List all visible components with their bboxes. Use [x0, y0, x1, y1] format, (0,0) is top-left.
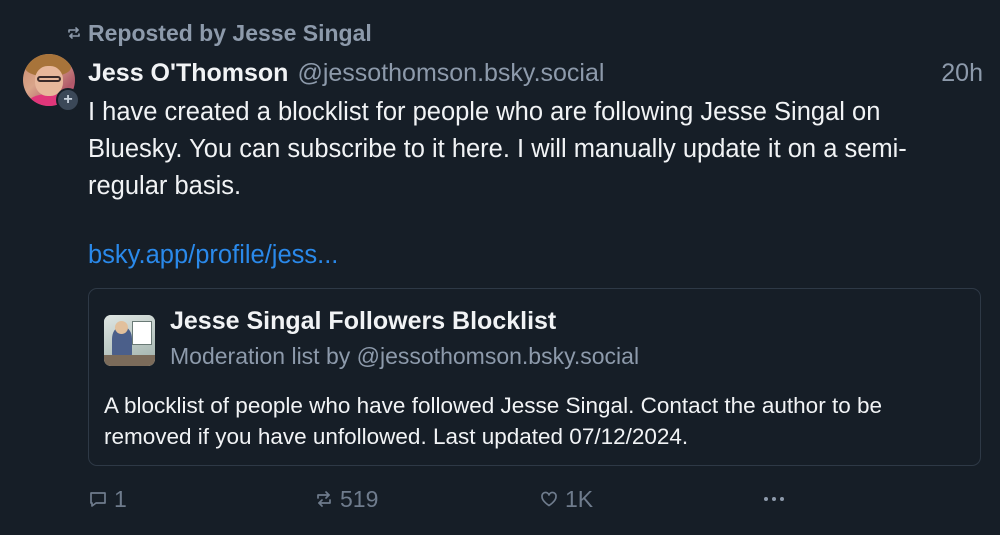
post-timestamp[interactable]: 20h [941, 59, 983, 88]
reposted-by-banner[interactable]: Reposted by Jesse Singal [66, 19, 372, 47]
heart-icon [541, 491, 557, 507]
author-name[interactable]: Jess O'Thomson [88, 59, 288, 88]
post-header: Jess O'Thomson @jessothomson.bsky.social… [88, 56, 983, 90]
like-button[interactable]: 1K [539, 484, 593, 514]
more-options-button[interactable] [764, 484, 784, 514]
repost-action-icon [317, 491, 331, 507]
reply-icon [90, 492, 106, 507]
post-actions: 1 519 1K [88, 484, 988, 514]
list-subtitle: Moderation list by @jessothomson.bsky.so… [170, 343, 640, 369]
post-link[interactable]: bsky.app/profile/jess... [88, 241, 338, 270]
moderation-list-card[interactable]: Jesse Singal Followers Blocklist Moderat… [88, 288, 981, 466]
post-text: I have created a blocklist for people wh… [88, 98, 907, 200]
repost-count: 519 [340, 485, 379, 512]
more-icon [764, 484, 784, 514]
list-title: Jesse Singal Followers Blocklist [170, 307, 557, 335]
repost-icon [68, 27, 80, 39]
list-description: A blocklist of people who have followed … [104, 393, 882, 449]
author-handle[interactable]: @jessothomson.bsky.social [297, 59, 604, 88]
list-avatar [104, 315, 155, 366]
like-count: 1K [565, 485, 594, 512]
reply-count: 1 [114, 485, 127, 512]
follow-plus-icon[interactable]: + [56, 88, 80, 112]
reply-button[interactable]: 1 [88, 484, 127, 514]
repost-button[interactable]: 519 [314, 484, 378, 514]
reposted-by-label: Reposted by Jesse Singal [88, 19, 372, 46]
